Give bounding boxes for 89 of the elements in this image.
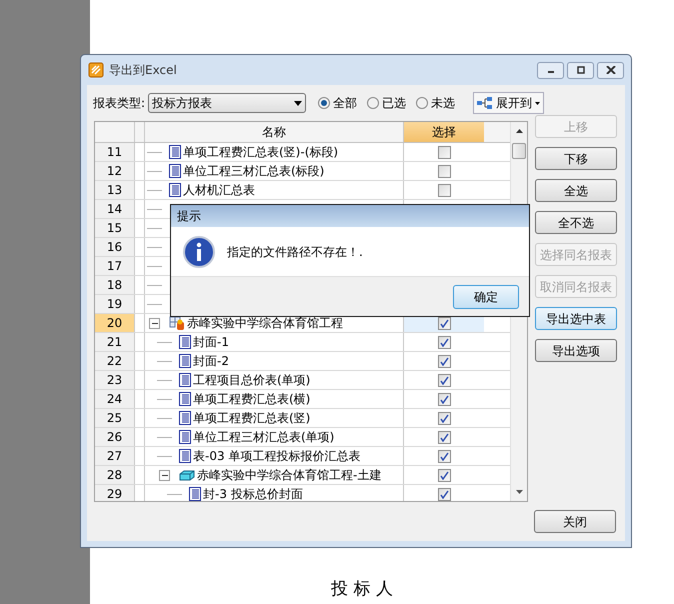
row-number: 17 [95, 257, 135, 275]
document-text: 投 标 人 [331, 578, 393, 600]
report-name: 单项工程费汇总表(竖)-(标段) [183, 144, 338, 161]
checkbox[interactable] [438, 184, 450, 196]
ok-button[interactable]: 确定 [453, 284, 519, 308]
message-box-title: 提示 [177, 208, 201, 225]
report-name: 单项工程费汇总表(横) [193, 391, 310, 408]
report-name: 单位工程三材汇总表(单项) [193, 429, 334, 446]
checkbox[interactable] [438, 164, 450, 178]
report-name: 封面-2 [193, 353, 229, 370]
report-name: 表-03 单项工程投标报价汇总表 [193, 448, 360, 465]
checkbox[interactable] [438, 374, 450, 386]
close-button[interactable] [597, 62, 624, 78]
checkbox[interactable] [438, 392, 450, 406]
document-icon [169, 164, 181, 178]
report-name: 封面-1 [193, 334, 229, 351]
checkbox[interactable] [438, 450, 450, 462]
document-icon [179, 392, 191, 406]
checkbox[interactable] [438, 488, 450, 500]
document-icon [179, 430, 191, 444]
dropdown-arrow-icon [294, 100, 302, 106]
row-number: 23 [95, 371, 135, 389]
app-icon [88, 62, 104, 78]
side-button[interactable]: 下移 [535, 147, 617, 170]
column-header[interactable]: 选择 [404, 122, 484, 142]
close-button[interactable]: 关闭 [534, 510, 616, 533]
row-number: 11 [95, 143, 135, 161]
window-title: 导出到Excel [109, 62, 177, 79]
filter-radio[interactable]: 已选 [367, 94, 406, 112]
caret-icon [535, 102, 540, 104]
scroll-up-icon[interactable] [516, 129, 522, 133]
document-icon [169, 145, 181, 159]
row-number: 20 [95, 314, 135, 332]
side-button[interactable]: 导出选项 [535, 339, 617, 362]
row-number: 21 [95, 333, 135, 351]
side-button[interactable]: 导出选中表 [535, 307, 617, 330]
document-icon [169, 183, 181, 197]
checkbox[interactable] [438, 468, 450, 482]
checkbox[interactable] [438, 430, 450, 444]
info-icon [183, 236, 215, 268]
row-number: 16 [95, 238, 135, 256]
expand-to-button[interactable]: 展开到 [473, 92, 544, 114]
report-name: 单位工程三材汇总表(标段) [183, 163, 324, 180]
row-number: 27 [95, 447, 135, 465]
side-button[interactable]: 全选 [535, 179, 617, 202]
report-name: 赤峰实验中学综合体育馆工程 [187, 315, 343, 332]
report-type-label: 报表类型: [93, 95, 146, 112]
row-number: 14 [95, 200, 135, 218]
document-icon [179, 373, 191, 387]
message-text: 指定的文件路径不存在！. [227, 244, 363, 260]
checkbox[interactable] [438, 146, 450, 158]
filter-radio[interactable]: 未选 [416, 94, 456, 112]
row-number: 25 [95, 409, 135, 427]
row-number: 19 [95, 295, 135, 313]
report-name: 赤峰实验中学综合体育馆工程-土建 [197, 467, 382, 484]
close-icon [606, 66, 616, 74]
document-icon [179, 411, 191, 425]
report-type-dropdown[interactable]: 投标方报表 [148, 93, 306, 113]
side-button[interactable]: 全不选 [535, 211, 617, 234]
collapse-toggle[interactable] [149, 318, 160, 328]
collapse-toggle[interactable] [159, 470, 170, 480]
scroll-down-icon[interactable] [516, 490, 522, 494]
checkbox[interactable] [438, 336, 450, 348]
row-number: 13 [95, 181, 135, 199]
row-number: 26 [95, 428, 135, 446]
document-icon [179, 354, 191, 368]
report-name: 封-3 投标总价封面 [203, 486, 303, 501]
checkbox[interactable] [438, 316, 450, 330]
row-number: 29 [95, 485, 135, 501]
report-name: 人材机汇总表 [183, 182, 255, 199]
row-number: 15 [95, 219, 135, 237]
maximize-button[interactable] [567, 62, 594, 78]
maximize-icon [576, 66, 586, 74]
document-icon [179, 335, 191, 349]
document-icon [179, 449, 191, 463]
checkbox[interactable] [438, 412, 450, 424]
row-number: 12 [95, 162, 135, 180]
row-number: 18 [95, 276, 135, 294]
row-number: 24 [95, 390, 135, 408]
report-name: 单项工程费汇总表(竖) [193, 410, 310, 427]
hierarchy-icon [477, 97, 494, 109]
scroll-thumb[interactable] [512, 143, 526, 159]
row-number: 28 [95, 466, 135, 484]
filter-radio[interactable]: 全部 [318, 94, 358, 112]
row-number: 22 [95, 352, 135, 370]
report-name: 工程项目总价表(单项) [193, 372, 310, 389]
cubes-icon [179, 468, 195, 482]
minimize-button[interactable] [537, 62, 564, 78]
checkbox[interactable] [438, 354, 450, 368]
